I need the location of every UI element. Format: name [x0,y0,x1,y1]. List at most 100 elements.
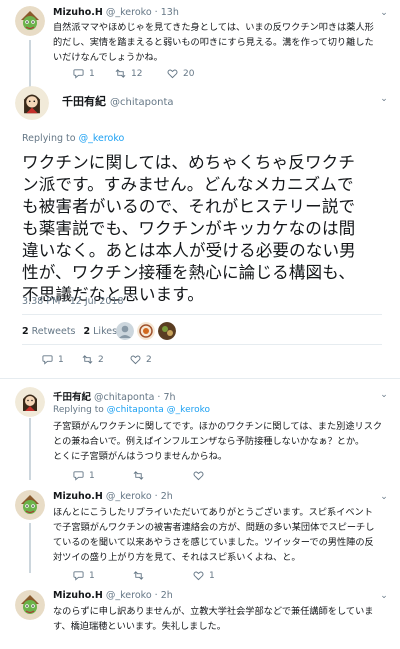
like-button[interactable]: 1 [193,570,215,581]
divider [22,344,382,345]
tweet-actions: 1 [73,470,204,481]
retweet-icon [133,471,144,480]
display-name[interactable]: Mizuho.H [53,7,103,18]
separator: · [157,392,161,403]
tweet-text-line: 違いなく。あとは本人が受ける必要のない男 [22,241,356,260]
user-handle[interactable]: @_keroko [106,590,152,601]
tweet-text-line: 的だし、実情を踏まえると弱いもの叩きにすら見える。溝を作って切り離した [53,37,374,48]
tweet-actions: 1 12 20 [73,68,194,79]
user-handle[interactable]: @chitaponta [110,97,174,108]
like-count: 20 [183,68,195,79]
tweet-header: 千田有紀 @chitaponta · 7h [53,389,176,403]
heart-icon [193,571,204,581]
tweet-text-line: す、橋迫瑞穂といいます。失礼しました。 [53,621,226,632]
tweet-actions: 1 2 2 [42,354,152,365]
thread-line [29,418,31,480]
divider [22,314,382,315]
chevron-down-icon[interactable]: ⌄ [378,389,390,401]
heart-icon [130,355,141,365]
reply-icon [73,471,84,481]
chevron-down-icon[interactable]: ⌄ [378,93,390,105]
tweet-text-line: ているのを聞いて以来あやうさを感じていました。ツイッターでの男性陣の反 [53,537,374,548]
tweet-text-line: とくに子宮頸がんはうつりませんからね。 [53,451,228,462]
likers-avatars [116,322,179,340]
replying-to: Replying to @_keroko [22,133,124,144]
tweet-text-line: 子宮頸がんワクチンに関してです。ほかのワクチンに関しては、また別途リスク [53,421,383,432]
liker-avatar[interactable] [137,322,155,340]
display-name[interactable]: Mizuho.H [53,491,103,502]
like-button[interactable]: 2 [130,354,152,365]
tweet-text-line: いだけなんでしょうかね。 [53,52,163,63]
liker-avatar[interactable] [116,322,134,340]
tweet-text: なのらずに申し訳ありませんが、立教大学社会学部などで兼任講師をしていま す、橋迫… [53,604,373,634]
reply-button[interactable]: 1 [42,354,82,365]
replying-to: Replying to @chitaponta @_keroko [53,405,210,415]
mention-link[interactable]: @_keroko [79,133,125,144]
reply-icon [73,571,84,581]
likes-count[interactable]: 2 [84,326,91,337]
retweet-button[interactable]: 2 [82,354,130,365]
reply-icon [73,69,84,79]
tweet-time[interactable]: 13h [161,7,179,18]
heart-icon [193,471,204,481]
replying-to-label: Replying to [53,405,104,415]
thread-line [29,523,31,573]
reply-button[interactable]: 1 [73,68,115,79]
retweet-button[interactable] [133,470,193,481]
tweet-time[interactable]: 7h [163,392,175,403]
retweet-count: 12 [131,68,143,79]
main-tweet-text: ワクチンに関しては、めちゃくちゃ反ワクチ ン派です。すみません。どんなメカニズム… [22,152,382,306]
chevron-down-icon[interactable]: ⌄ [378,7,390,19]
tweet-time[interactable]: 2h [161,491,173,502]
reply-button[interactable]: 1 [73,570,133,581]
reply-button[interactable]: 1 [73,470,133,481]
display-name[interactable]: 千田有紀 [53,392,91,403]
separator: · [154,590,158,601]
avatar[interactable] [15,490,45,520]
likes-label[interactable]: Likes [93,326,117,337]
display-name[interactable]: Mizuho.H [53,590,103,601]
like-count: 2 [146,354,152,365]
reply-count: 1 [89,68,95,79]
divider [0,378,400,379]
tweet-text: ほんとにこうしたリプライいただいてありがとうございます。スピ系イベント で子宮頸… [53,505,374,565]
avatar[interactable] [15,86,49,120]
retweets-label[interactable]: Retweets [32,326,76,337]
retweet-icon [82,355,93,364]
tweet-timestamp[interactable]: 3:38 PM - 12 Jul 2018 [22,296,124,307]
user-handle[interactable]: @chitaponta [94,392,154,403]
heart-icon [167,69,178,79]
retweet-button[interactable] [133,570,193,581]
user-handle[interactable]: @_keroko [106,491,152,502]
tweet-time[interactable]: 2h [161,590,173,601]
user-handle[interactable]: @_keroko [106,7,152,18]
liker-avatar[interactable] [158,322,176,340]
reply-count: 1 [89,470,95,481]
tweet-text-line: も薬害説でも、ワクチンがキッカケなのは間 [22,219,356,238]
tweet-text-line: も被害者がいるので、それがヒステリー説で [22,197,356,216]
display-name[interactable]: 千田有紀 [62,95,106,108]
mention-link[interactable]: @chitaponta [107,405,164,415]
avatar[interactable] [15,387,45,417]
like-button[interactable] [193,470,204,481]
replying-to-label: Replying to [22,133,76,144]
avatar[interactable] [15,6,45,36]
like-count: 1 [209,570,215,581]
tweet-text-line: ワクチンに関しては、めちゃくちゃ反ワクチ [22,153,356,172]
mention-link[interactable]: @_keroko [167,405,210,415]
tweet-text-line: 自然派ママやほめじゃを見てきた身としては、いまの反ワクチン叩きは薬人形 [53,22,374,33]
retweets-count[interactable]: 2 [22,326,29,337]
engagement-stats: 2 Retweets 2 Likes [22,326,117,337]
retweet-button[interactable]: 12 [115,68,167,79]
reply-icon [42,355,53,365]
separator: · [154,491,158,502]
chevron-down-icon[interactable]: ⌄ [378,491,390,503]
chevron-down-icon[interactable]: ⌄ [378,590,390,602]
main-tweet-header: 千田有紀 @chitaponta [62,93,174,109]
like-button[interactable]: 20 [167,68,194,79]
avatar[interactable] [15,590,45,620]
tweet-text-line: なのらずに申し訳ありませんが、立教大学社会学部などで兼任講師をしていま [53,606,374,617]
tweet-header: Mizuho.H @_keroko · 2h [53,590,173,601]
tweet-text-line: ン派です。すみません。どんなメカニズムで [22,175,354,194]
tweet-text-line: ほんとにこうしたリプライいただいてありがとうございます。スピ系イベント [53,507,373,518]
